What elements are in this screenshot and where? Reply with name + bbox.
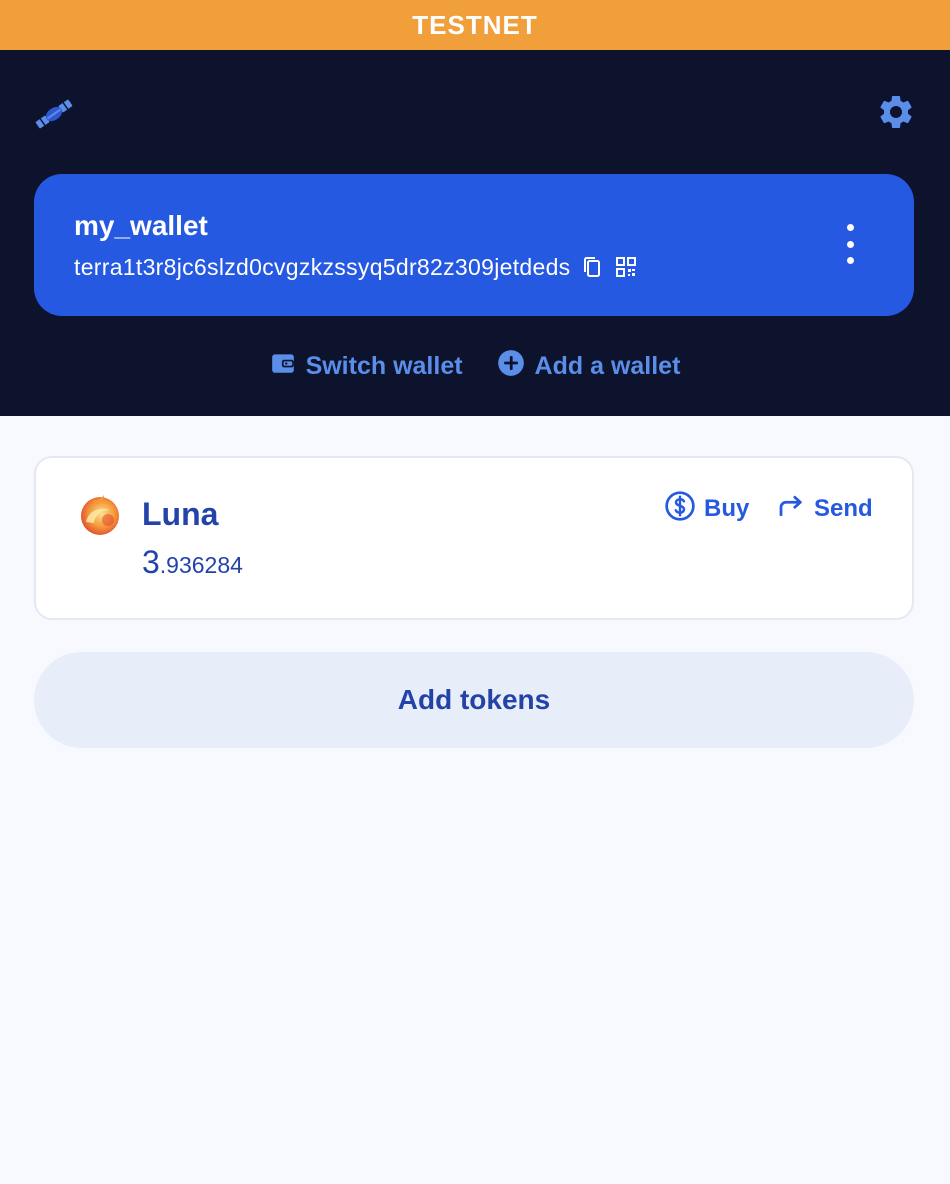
wallet-address: terra1t3r8jc6slzd0cvgzkzssyq5dr82z309jet… [74,253,571,280]
wallet-icon [270,350,296,383]
add-tokens-button[interactable]: Add tokens [34,652,914,748]
switch-wallet-button[interactable]: Switch wallet [270,346,463,386]
kebab-dot [846,257,854,264]
balance-integer: 3 [142,544,160,580]
send-arrow-icon [776,491,806,528]
send-label: Send [814,495,873,522]
balance-decimal: .936284 [159,552,243,578]
token-name: Luna [142,496,219,532]
buy-label: Buy [704,495,750,522]
wallet-address-row: terra1t3r8jc6slzd0cvgzkzssyq5dr82z309jet… [74,250,638,284]
buy-button[interactable]: Buy [664,490,750,529]
testnet-banner: TESTNET [0,0,950,50]
add-wallet-label: Add a wallet [534,351,681,380]
wallet-actions: Switch wallet Add a wallet [0,346,950,386]
send-button[interactable]: Send [776,492,873,526]
dollar-circle-icon [664,490,696,529]
satellite-icon[interactable] [32,94,76,134]
wallet-card: my_wallet terra1t3r8jc6slzd0cvgzkzssyq5d… [34,174,914,316]
add-wallet-button[interactable]: Add a wallet [497,346,681,386]
switch-wallet-label: Switch wallet [305,351,463,380]
copy-icon[interactable] [580,255,604,279]
plus-circle-icon [497,349,525,384]
token-balance: 3.936284 [142,544,243,581]
token-card-luna[interactable]: Luna 3.936284 Buy Send [34,456,914,620]
wallet-name: my_wallet [74,210,208,241]
kebab-dot [846,224,854,231]
gear-icon[interactable] [876,92,916,132]
kebab-dot [846,240,854,248]
qr-code-icon[interactable] [614,255,638,279]
kebab-menu-icon[interactable] [838,224,862,264]
wallet-header: my_wallet terra1t3r8jc6slzd0cvgzkzssyq5d… [0,50,950,416]
luna-logo-icon [78,492,122,536]
